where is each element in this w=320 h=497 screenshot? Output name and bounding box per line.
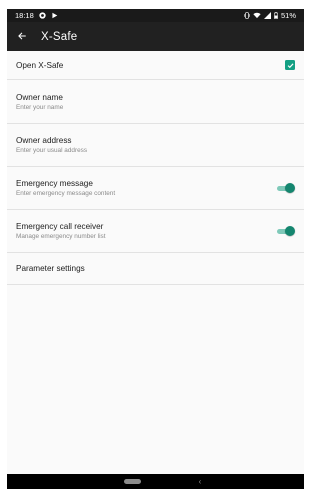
settings-list: Open X-Safe Owner name Enter your name O… — [7, 51, 304, 285]
setting-title: Owner name — [16, 92, 63, 102]
setting-title: Emergency call receiver — [16, 222, 104, 231]
setting-title: Owner address — [16, 136, 72, 145]
status-right: 51% — [244, 11, 296, 20]
setting-text: Emergency message Enter emergency messag… — [16, 179, 115, 197]
notification-play-icon — [51, 12, 58, 19]
setting-owner-name[interactable]: Owner name Enter your name — [7, 80, 304, 124]
setting-title: Open X-Safe — [16, 60, 64, 70]
setting-text: Open X-Safe — [16, 61, 63, 70]
notification-shield-icon — [39, 12, 46, 19]
setting-emergency-call-receiver[interactable]: Emergency call receiver Manage emergency… — [7, 210, 304, 253]
page-title: X-Safe — [41, 30, 78, 43]
setting-owner-address[interactable]: Owner address Enter your usual address — [7, 124, 304, 167]
setting-subtitle: Manage emergency number list — [16, 233, 106, 240]
setting-title: Parameter settings — [16, 264, 85, 273]
emergency-call-receiver-switch[interactable] — [276, 226, 295, 236]
screen: 18:18 51% X-Safe Open X-Safe Owner name … — [7, 9, 304, 489]
setting-text: Owner address Enter your usual address — [16, 136, 87, 154]
device-frame: 18:18 51% X-Safe Open X-Safe Owner name … — [0, 0, 311, 497]
open-xsafe-checkbox[interactable] — [285, 60, 295, 70]
vibrate-icon — [244, 12, 250, 19]
arrow-left-icon — [17, 28, 27, 46]
status-bar: 18:18 51% — [7, 9, 304, 22]
status-left: 18:18 — [15, 11, 58, 20]
setting-emergency-message[interactable]: Emergency message Enter emergency messag… — [7, 167, 304, 210]
setting-text: Emergency call receiver Manage emergency… — [16, 222, 106, 240]
checkbox-checked — [285, 60, 295, 70]
setting-title: Emergency message — [16, 179, 93, 188]
setting-subtitle: Enter your usual address — [16, 147, 88, 154]
wifi-icon — [253, 12, 261, 19]
setting-text: Parameter settings — [16, 264, 85, 273]
setting-open-xsafe[interactable]: Open X-Safe — [7, 51, 304, 80]
check-icon — [287, 62, 293, 68]
setting-text: Owner name Enter your name — [16, 93, 63, 111]
battery-percent: 51% — [280, 11, 296, 20]
home-button[interactable] — [123, 479, 141, 484]
setting-subtitle: Enter your name — [16, 103, 64, 111]
app-bar: X-Safe — [7, 22, 304, 51]
battery-icon — [274, 12, 278, 19]
switch-thumb — [285, 183, 295, 193]
setting-subtitle: Enter emergency message content — [16, 190, 116, 197]
navigation-bar: ‹ — [7, 474, 304, 489]
back-button[interactable] — [7, 22, 37, 51]
status-time: 18:18 — [15, 11, 34, 20]
nav-back-icon[interactable]: ‹ — [199, 477, 202, 486]
switch-thumb — [285, 226, 295, 236]
setting-parameter-settings[interactable]: Parameter settings — [7, 253, 304, 285]
emergency-message-switch[interactable] — [276, 183, 295, 193]
signal-icon — [263, 12, 271, 19]
